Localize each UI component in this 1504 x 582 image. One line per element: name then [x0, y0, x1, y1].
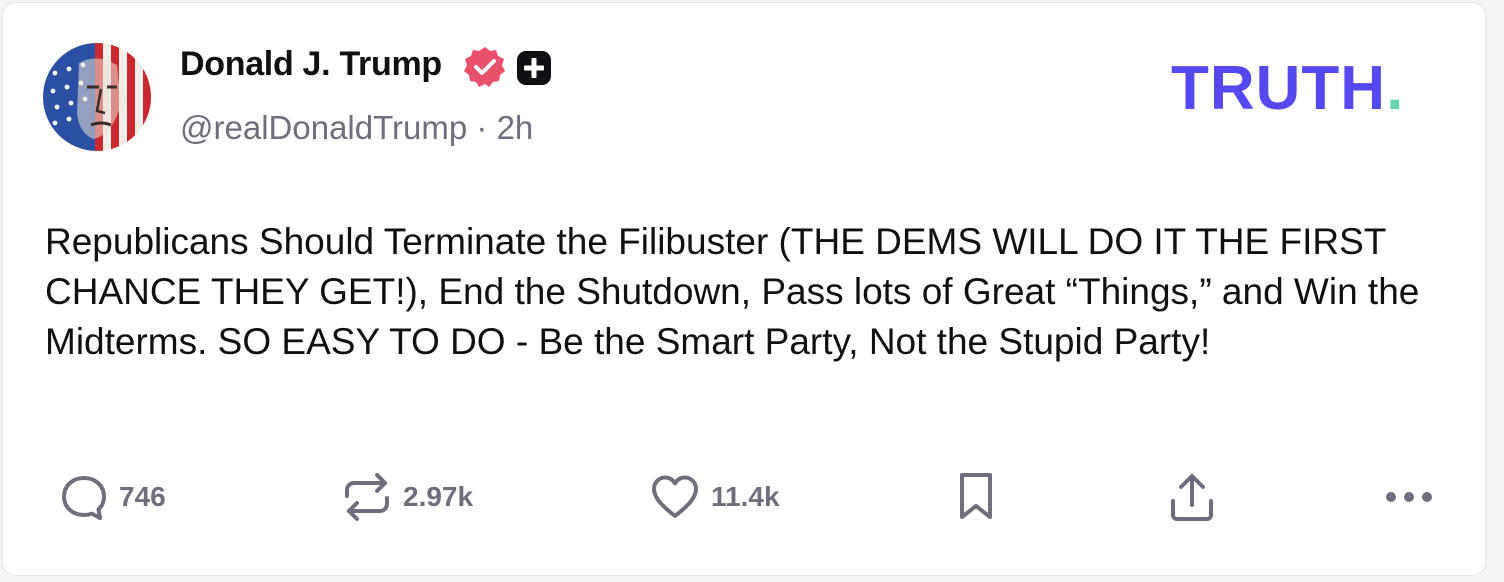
- avatar-image: [43, 43, 151, 151]
- post-card: Donald J. Trump @realDonaldTrump · 2h TR…: [2, 2, 1486, 576]
- author-handle[interactable]: @realDonaldTrump: [180, 109, 467, 146]
- author-name[interactable]: Donald J. Trump: [180, 45, 442, 84]
- handle-row: @realDonaldTrump · 2h: [180, 109, 533, 147]
- post-time[interactable]: 2h: [497, 109, 534, 146]
- reply-icon: [62, 476, 106, 520]
- verified-badge-icon: [464, 47, 505, 87]
- like-icon: [652, 475, 698, 518]
- share-icon: [1171, 474, 1213, 521]
- like-count: 11.4k: [711, 481, 780, 512]
- reply-button[interactable]: 746: [59, 469, 166, 525]
- retruth-count: 2.97k: [403, 481, 474, 512]
- truth-logo-dot: .: [1386, 54, 1405, 123]
- more-options-button[interactable]: [1383, 469, 1435, 525]
- truth-logo[interactable]: TRUTH.: [1171, 58, 1404, 120]
- post-text: Republicans Should Terminate the Filibus…: [45, 221, 1420, 362]
- retruth-button[interactable]: 2.97k: [341, 469, 473, 525]
- more-icon: [1386, 492, 1432, 502]
- plus-square-icon: [517, 51, 551, 85]
- like-button[interactable]: 11.4k: [649, 469, 780, 525]
- bookmark-icon: [960, 473, 992, 519]
- share-button[interactable]: [1167, 469, 1217, 525]
- bookmark-button[interactable]: [955, 469, 997, 525]
- truth-logo-text: TRUTH: [1171, 54, 1387, 123]
- avatar[interactable]: [43, 43, 151, 151]
- retruth-icon: [345, 473, 389, 521]
- reply-count: 746: [119, 481, 166, 512]
- meta-separator: ·: [476, 109, 488, 146]
